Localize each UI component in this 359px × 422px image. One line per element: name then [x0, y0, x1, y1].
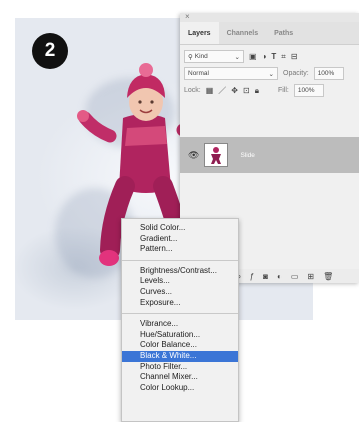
- menu-item[interactable]: Solid Color...: [122, 223, 238, 234]
- blend-mode-select[interactable]: Normal ⌄: [184, 67, 278, 80]
- lock-all-icon[interactable]: 🔒︎: [255, 86, 259, 96]
- visibility-eye-icon[interactable]: 👁︎: [188, 150, 199, 161]
- layer-style-icon[interactable]: ƒ: [250, 272, 254, 281]
- menu-group-fill: Solid Color... Gradient... Pattern...: [122, 223, 238, 255]
- step-number: 2: [44, 40, 56, 61]
- lock-move-icon[interactable]: ✥: [231, 86, 238, 95]
- lock-row: Lock: ▦ ／ ✥ ⊡ 🔒︎ Fill: 100%: [180, 82, 359, 99]
- fill-field[interactable]: 100%: [293, 84, 324, 97]
- layer-thumbnail: [204, 143, 229, 167]
- menu-item[interactable]: Color Lookup...: [122, 383, 238, 394]
- menu-group-color: Vibrance... Hue/Saturation... Color Bala…: [122, 319, 238, 393]
- lock-transparent-icon[interactable]: ▦: [206, 86, 214, 95]
- search-icon: ⚲: [188, 53, 193, 61]
- chevron-down-icon: ⌄: [268, 70, 274, 78]
- tab-layers[interactable]: Layers: [180, 22, 219, 44]
- lock-brush-icon[interactable]: ／: [218, 85, 226, 96]
- close-icon[interactable]: ×: [185, 13, 190, 21]
- opacity-field[interactable]: 100%: [313, 67, 344, 80]
- shape-filter-icon[interactable]: ⌗: [281, 52, 286, 62]
- menu-item[interactable]: Pattern...: [122, 244, 238, 255]
- adjustment-filter-icon[interactable]: ◑: [262, 52, 267, 61]
- menu-item[interactable]: Curves...: [122, 287, 238, 298]
- panel-title-bar: ×: [180, 13, 359, 22]
- menu-separator: [122, 313, 238, 315]
- pixel-filter-icon[interactable]: ▣: [249, 52, 257, 61]
- opacity-value: 100%: [317, 70, 335, 77]
- menu-item[interactable]: Photo Filter...: [122, 362, 238, 373]
- menu-item-black-and-white[interactable]: Black & White...: [122, 350, 238, 362]
- filter-kind-select[interactable]: ⚲ Kind ⌄: [184, 50, 244, 63]
- figure-thumbnail-icon: [211, 147, 222, 164]
- lock-label: Lock:: [184, 87, 201, 94]
- tab-channels[interactable]: Channels: [219, 22, 267, 44]
- filter-kind-label: Kind: [194, 53, 208, 60]
- group-folder-icon[interactable]: ▭: [291, 272, 299, 281]
- lock-artboard-icon[interactable]: ⊡: [243, 86, 250, 95]
- adjustment-layer-icon[interactable]: ◐: [277, 272, 282, 281]
- opacity-label: Opacity:: [283, 70, 309, 77]
- chevron-down-icon: ⌄: [234, 53, 240, 61]
- menu-item[interactable]: Channel Mixer...: [122, 372, 238, 383]
- menu-item[interactable]: Levels...: [122, 276, 238, 287]
- panel-tabs: Layers Channels Paths: [180, 22, 359, 45]
- menu-item[interactable]: Vibrance...: [122, 319, 238, 330]
- layer-row[interactable]: 👁︎ Slide: [180, 137, 359, 173]
- menu-item[interactable]: Brightness/Contrast...: [122, 266, 238, 277]
- blend-mode-value: Normal: [188, 70, 209, 77]
- type-filter-icon[interactable]: T: [271, 52, 276, 61]
- menu-separator: [122, 259, 238, 261]
- trash-icon[interactable]: 🗑︎: [323, 272, 333, 281]
- tab-paths[interactable]: Paths: [266, 22, 301, 44]
- step-number-badge: 2: [32, 33, 68, 69]
- fill-label: Fill:: [277, 87, 289, 94]
- fill-value: 100%: [297, 87, 315, 94]
- menu-item[interactable]: Gradient...: [122, 234, 238, 245]
- menu-item[interactable]: Hue/Saturation...: [122, 330, 238, 341]
- menu-item[interactable]: Color Balance...: [122, 340, 238, 351]
- menu-item[interactable]: Exposure...: [122, 298, 238, 309]
- smart-object-filter-icon[interactable]: ⊟: [291, 52, 298, 61]
- layer-name[interactable]: Slide: [240, 152, 254, 159]
- filter-row: ⚲ Kind ⌄ ▣ ◑ T ⌗ ⊟: [180, 48, 359, 65]
- blend-row: Normal ⌄ Opacity: 100%: [180, 65, 359, 82]
- new-layer-icon[interactable]: ⊞: [307, 272, 314, 281]
- mask-icon[interactable]: ◙: [263, 272, 268, 281]
- adjustment-layer-menu: Solid Color... Gradient... Pattern... Br…: [121, 218, 239, 422]
- menu-group-tonal: Brightness/Contrast... Levels... Curves.…: [122, 266, 238, 308]
